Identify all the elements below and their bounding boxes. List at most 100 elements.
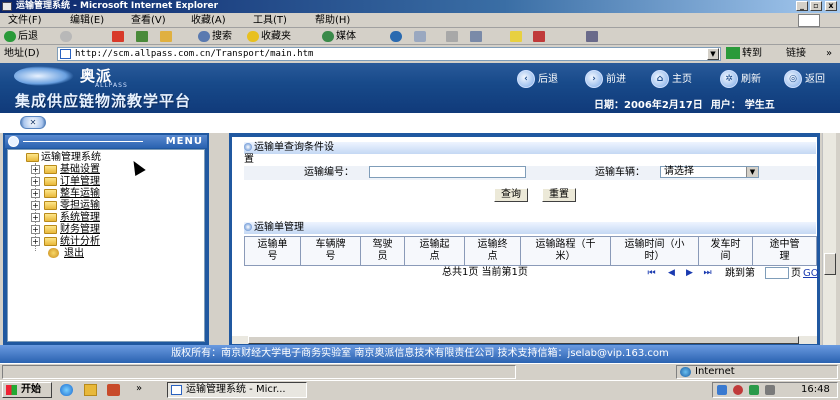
transport-no-input[interactable] bbox=[369, 166, 526, 178]
refresh-icon bbox=[136, 30, 148, 42]
edit-button[interactable] bbox=[470, 30, 484, 44]
page-icon bbox=[60, 49, 71, 59]
prev-page-icon[interactable]: ◀ bbox=[667, 268, 676, 278]
col-header-duration[interactable]: 运输时间（小 时） bbox=[610, 236, 699, 266]
home-button[interactable] bbox=[160, 30, 174, 44]
favorites-button[interactable]: 收藏夹 bbox=[247, 30, 291, 44]
refresh-circle-icon: ✲ bbox=[720, 70, 738, 88]
vertical-scroll-thumb[interactable] bbox=[824, 253, 836, 275]
expand-icon[interactable]: + bbox=[31, 213, 40, 222]
jump-label: 跳到第 bbox=[725, 268, 755, 279]
close-window-button[interactable]: x bbox=[825, 1, 837, 11]
discuss-button[interactable] bbox=[510, 30, 524, 44]
col-header-line: 途中管 bbox=[769, 239, 800, 250]
jump-page-input[interactable] bbox=[765, 267, 789, 279]
go-button[interactable]: 转到 bbox=[726, 47, 762, 61]
expand-icon[interactable]: + bbox=[31, 237, 40, 246]
quick-launch-app-icon[interactable] bbox=[107, 384, 120, 396]
tray-network-icon[interactable] bbox=[717, 385, 727, 395]
minimize-button[interactable]: _ bbox=[796, 1, 808, 11]
quick-launch-ie-icon[interactable] bbox=[60, 384, 73, 396]
research-button[interactable] bbox=[586, 30, 600, 44]
first-page-icon[interactable]: ⏮ bbox=[647, 268, 656, 278]
start-button[interactable]: 开始 bbox=[2, 382, 52, 398]
menu-help[interactable]: 帮助(H) bbox=[315, 14, 350, 27]
reset-button[interactable]: 重置 bbox=[542, 188, 576, 202]
col-header-driver[interactable]: 驾驶员 bbox=[360, 236, 405, 266]
open-folder-icon bbox=[26, 153, 39, 162]
quick-launch-folder-icon[interactable] bbox=[84, 384, 97, 396]
forward-button[interactable] bbox=[60, 30, 74, 44]
stop-button[interactable] bbox=[112, 30, 126, 44]
page-unit: 页 bbox=[791, 268, 801, 279]
header-return-button[interactable]: ◎ 返回 bbox=[784, 70, 825, 88]
back-label: 后退 bbox=[18, 31, 38, 42]
menu-item-finance-management[interactable]: 财务管理 bbox=[60, 224, 100, 235]
last-page-icon[interactable]: ⏭ bbox=[703, 268, 712, 278]
address-input[interactable]: http://scm.allpass.com.cn/Transport/main… bbox=[57, 47, 721, 61]
restore-button[interactable]: ▫ bbox=[810, 1, 822, 11]
menu-item-logout[interactable]: 退出 bbox=[64, 248, 84, 259]
tray-volume-icon[interactable] bbox=[765, 385, 775, 395]
header-forward-button[interactable]: › 前进 bbox=[585, 70, 626, 88]
go-page-button[interactable]: GO bbox=[803, 268, 819, 279]
menu-item-statistics[interactable]: 统计分析 bbox=[60, 236, 100, 247]
menu-item-basic-settings[interactable]: 基础设置 bbox=[60, 164, 100, 175]
col-header-departure[interactable]: 发车时间 bbox=[698, 236, 753, 266]
col-header-in-transit[interactable]: 途中管理 bbox=[752, 236, 817, 266]
menu-item-full-truck[interactable]: 整车运输 bbox=[60, 188, 100, 199]
horizontal-scrollbar[interactable] bbox=[232, 336, 817, 344]
menu-item-system-management[interactable]: 系统管理 bbox=[60, 212, 100, 223]
col-header-destination[interactable]: 运输终点 bbox=[464, 236, 521, 266]
col-header-transport-no[interactable]: 运输单号 bbox=[244, 236, 301, 266]
tray-ime-icon[interactable] bbox=[749, 385, 759, 395]
vehicle-select[interactable]: 请选择 ▼ bbox=[660, 166, 759, 178]
print-button[interactable] bbox=[446, 30, 460, 44]
section-bullet-icon bbox=[244, 143, 252, 151]
menu-view[interactable]: 查看(V) bbox=[131, 14, 166, 27]
history-button[interactable] bbox=[390, 30, 404, 44]
menu-item-order-management[interactable]: 订单管理 bbox=[60, 176, 100, 187]
taskbar-window-item[interactable]: 运输管理系统 - Micr... bbox=[167, 382, 307, 398]
tray-app-icon[interactable] bbox=[733, 385, 743, 395]
messenger-button[interactable] bbox=[533, 30, 547, 44]
next-page-icon[interactable]: ▶ bbox=[685, 268, 694, 278]
menu-item-ltl[interactable]: 零担运输 bbox=[60, 200, 100, 211]
menu-favorites[interactable]: 收藏(A) bbox=[191, 14, 226, 27]
vertical-scrollbar[interactable] bbox=[822, 133, 836, 345]
media-button[interactable]: 媒体 bbox=[322, 30, 356, 44]
col-header-line: 米） bbox=[555, 251, 576, 262]
window-title: 运输管理系统 - Microsoft Internet Explorer bbox=[16, 1, 219, 11]
expand-icon[interactable]: + bbox=[31, 201, 40, 210]
col-header-origin[interactable]: 运输起点 bbox=[404, 236, 465, 266]
mail-button[interactable] bbox=[414, 30, 428, 44]
expand-icon[interactable]: + bbox=[31, 165, 40, 174]
clock[interactable]: 16:48 bbox=[801, 383, 830, 397]
history-icon bbox=[390, 30, 402, 42]
col-header-distance[interactable]: 运输路程（千 米） bbox=[520, 236, 611, 266]
expand-icon[interactable]: + bbox=[31, 177, 40, 186]
close-panel-icon[interactable]: ✕ bbox=[20, 116, 46, 129]
folder-icon bbox=[44, 237, 57, 246]
links-button[interactable]: 链接 bbox=[786, 48, 806, 60]
menu-edit[interactable]: 编辑(E) bbox=[70, 14, 104, 27]
address-dropdown-button[interactable]: ▼ bbox=[707, 48, 719, 60]
back-button[interactable]: 后退 bbox=[4, 30, 38, 44]
expand-icon[interactable]: + bbox=[31, 189, 40, 198]
col-header-plate[interactable]: 车辆牌号 bbox=[300, 236, 361, 266]
menu-tools[interactable]: 工具(T) bbox=[253, 14, 287, 27]
horizontal-scroll-thumb[interactable] bbox=[248, 336, 799, 344]
quick-launch-more-icon[interactable]: » bbox=[136, 383, 142, 395]
links-chevron-icon[interactable]: » bbox=[826, 48, 832, 60]
tree-root-label[interactable]: 运输管理系统 bbox=[41, 152, 101, 163]
header-refresh-button[interactable]: ✲ 刷新 bbox=[720, 70, 761, 88]
expand-icon[interactable]: + bbox=[31, 225, 40, 234]
search-button[interactable]: 搜索 bbox=[198, 30, 232, 44]
search-query-button[interactable]: 查询 bbox=[494, 188, 528, 202]
search-icon bbox=[198, 30, 210, 42]
forward-arrow-icon bbox=[60, 30, 72, 42]
menu-file[interactable]: 文件(F) bbox=[8, 14, 42, 27]
header-home-button[interactable]: ⌂ 主页 bbox=[651, 70, 692, 88]
refresh-button[interactable] bbox=[136, 30, 150, 44]
header-back-button[interactable]: ‹ 后退 bbox=[517, 70, 558, 88]
